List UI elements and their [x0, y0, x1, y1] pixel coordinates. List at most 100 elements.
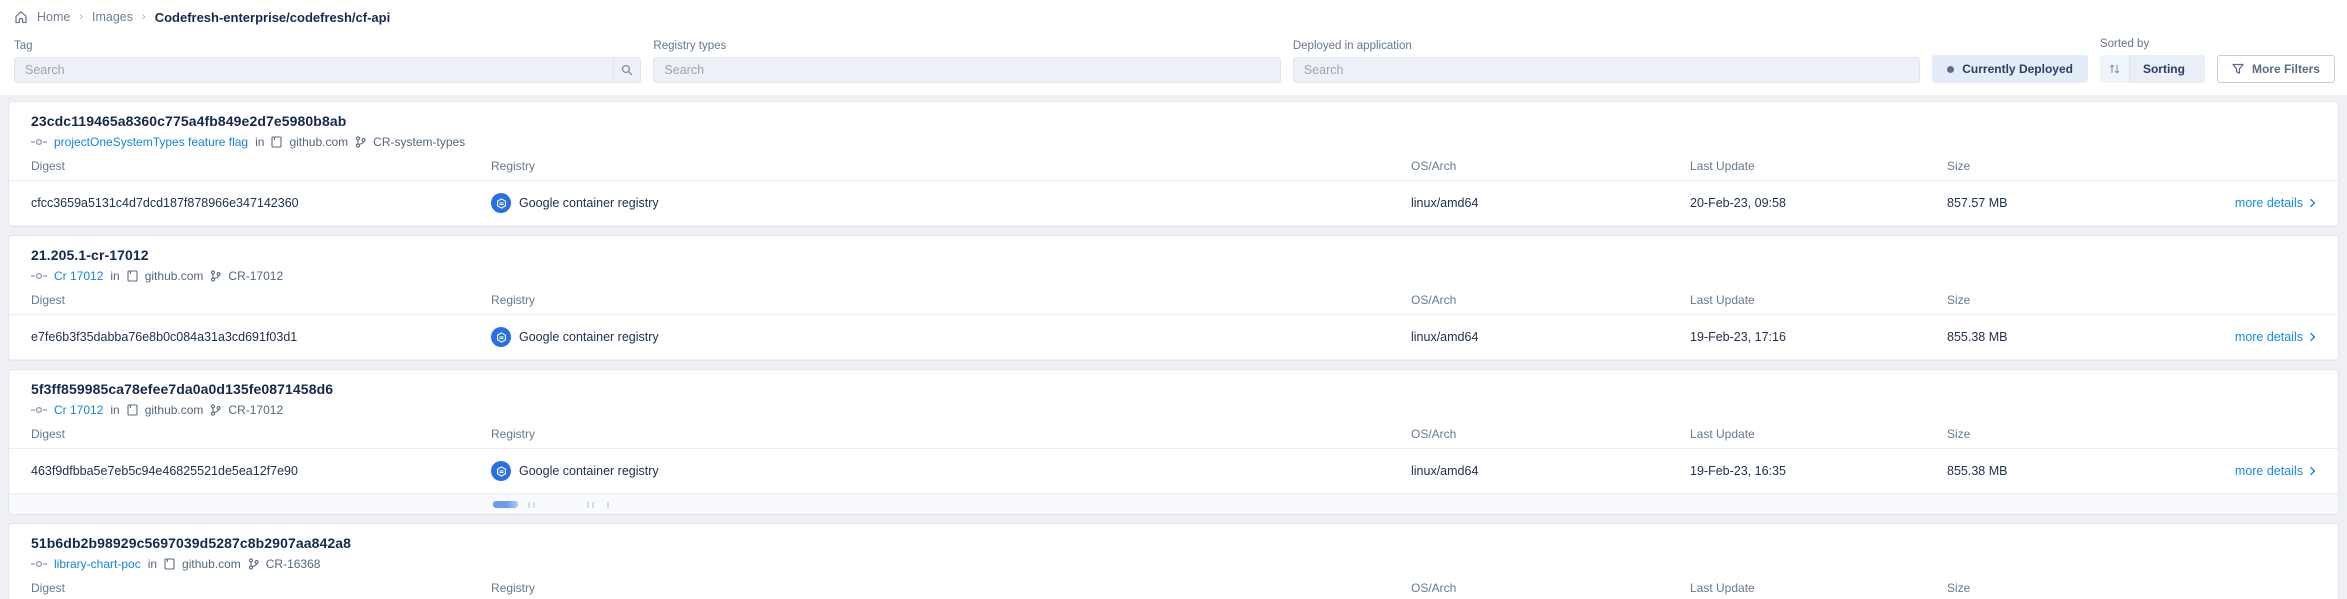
- os-arch-value: linux/amd64: [1411, 464, 1690, 478]
- commit-message-link[interactable]: projectOneSystemTypes feature flag: [54, 135, 248, 149]
- image-tag-title: 23cdc119465a8360c775a4fb849e2d7e5980b8ab: [9, 113, 2338, 129]
- git-branch-icon: [248, 558, 259, 570]
- scrollbar-thumb[interactable]: [493, 501, 518, 508]
- registry-types-filter-field: [653, 57, 1280, 83]
- git-branch-icon: [355, 136, 366, 148]
- scrollbar-tick: [528, 502, 530, 508]
- size-header: Size: [1947, 293, 2316, 307]
- branch-name[interactable]: CR-system-types: [373, 135, 465, 149]
- registry-types-search-input[interactable]: [654, 63, 1279, 77]
- image-card: 51b6db2b98929c5697039d5287c8b2907aa842a8…: [8, 523, 2339, 599]
- repository-icon: [164, 558, 175, 570]
- size-value: 855.38 MB: [1947, 464, 2007, 478]
- horizontal-scrollbar: [9, 494, 2338, 514]
- digest-value: e7fe6b3f35dabba76e8b0c084a31a3cd691f03d1: [31, 330, 491, 344]
- table-header: Digest Registry OS/Arch Last Update Size: [9, 581, 2338, 599]
- git-branch-icon: [210, 270, 221, 282]
- commit-info-line: projectOneSystemTypes feature flag in gi…: [9, 135, 2338, 149]
- os-arch-header: OS/Arch: [1411, 581, 1690, 595]
- registry-name: Google container registry: [519, 196, 659, 210]
- more-filters-label: More Filters: [2252, 62, 2320, 76]
- image-card: 23cdc119465a8360c775a4fb849e2d7e5980b8ab…: [8, 101, 2339, 227]
- image-card: 5f3ff859985ca78efee7da0a0d135fe0871458d6…: [8, 369, 2339, 515]
- chevron-right-icon: [2309, 332, 2316, 342]
- deployed-in-application-filter-group: Deployed in application: [1293, 40, 1920, 83]
- size-value: 857.57 MB: [1947, 196, 2007, 210]
- in-label: in: [110, 403, 119, 417]
- repository-icon: [127, 404, 138, 416]
- currently-deployed-label: Currently Deployed: [1962, 62, 2073, 76]
- sorting-dropdown[interactable]: Sorting: [2100, 55, 2205, 83]
- registry-types-filter-group: Registry types: [653, 40, 1280, 83]
- chevron-right-icon: [2309, 198, 2316, 208]
- more-details-link[interactable]: more details: [2235, 330, 2316, 344]
- tag-search-input[interactable]: [15, 63, 613, 77]
- google-container-registry-icon: [491, 193, 511, 213]
- last-update-header: Last Update: [1690, 159, 1947, 173]
- funnel-icon: [2232, 63, 2244, 75]
- image-tag-title: 5f3ff859985ca78efee7da0a0d135fe0871458d6: [9, 381, 2338, 397]
- google-container-registry-icon: [491, 327, 511, 347]
- home-icon[interactable]: [14, 10, 28, 24]
- scrollbar-tick: [592, 502, 594, 508]
- last-update-header: Last Update: [1690, 581, 1947, 595]
- branch-name[interactable]: CR-17012: [228, 269, 283, 283]
- more-filters-button[interactable]: More Filters: [2217, 55, 2335, 83]
- last-update-header: Last Update: [1690, 293, 1947, 307]
- breadcrumb-images[interactable]: Images: [92, 10, 133, 24]
- os-arch-value: linux/amd64: [1411, 196, 1690, 210]
- deployed-in-application-search-input[interactable]: [1294, 63, 1919, 77]
- image-tag-title: 21.205.1-cr-17012: [9, 247, 2338, 263]
- table-row: e7fe6b3f35dabba76e8b0c084a31a3cd691f03d1…: [9, 315, 2338, 360]
- image-card: 21.205.1-cr-17012 Cr 17012 in github.com…: [8, 235, 2339, 361]
- registry-header: Registry: [491, 293, 1411, 307]
- repo-name[interactable]: github.com: [289, 135, 348, 149]
- repo-name[interactable]: github.com: [145, 269, 204, 283]
- size-value: 855.38 MB: [1947, 330, 2007, 344]
- breadcrumb-home[interactable]: Home: [37, 10, 70, 24]
- digest-value: cfcc3659a5131c4d7dcd187f878966e347142360: [31, 196, 491, 210]
- registry-cell: Google container registry: [491, 327, 1411, 347]
- os-arch-header: OS/Arch: [1411, 159, 1690, 173]
- table-header: Digest Registry OS/Arch Last Update Size: [9, 293, 2338, 315]
- digest-header: Digest: [31, 581, 491, 595]
- commit-message-link[interactable]: Cr 17012: [54, 269, 103, 283]
- digest-value: 463f9dfbba5e7eb5c94e46825521de5ea12f7e90: [31, 464, 491, 478]
- commit-info-line: Cr 17012 in github.com CR-17012: [9, 269, 2338, 283]
- last-update-value: 19-Feb-23, 17:16: [1690, 330, 1947, 344]
- more-details-link[interactable]: more details: [2235, 464, 2316, 478]
- last-update-value: 19-Feb-23, 16:35: [1690, 464, 1947, 478]
- scrollbar-tick: [607, 502, 609, 508]
- branch-name[interactable]: CR-17012: [228, 403, 283, 417]
- os-arch-header: OS/Arch: [1411, 427, 1690, 441]
- repository-icon: [127, 270, 138, 282]
- registry-name: Google container registry: [519, 330, 659, 344]
- commit-message-link[interactable]: library-chart-poc: [54, 557, 141, 571]
- search-icon[interactable]: [613, 58, 640, 82]
- status-dot-icon: [1947, 66, 1954, 73]
- table-row: cfcc3659a5131c4d7dcd187f878966e347142360…: [9, 181, 2338, 226]
- commit-message-link[interactable]: Cr 17012: [54, 403, 103, 417]
- registry-header: Registry: [491, 427, 1411, 441]
- sort-arrows-icon[interactable]: [2100, 55, 2130, 83]
- git-commit-icon: [31, 272, 47, 280]
- last-update-value: 20-Feb-23, 09:58: [1690, 196, 1947, 210]
- branch-name[interactable]: CR-16368: [266, 557, 321, 571]
- scrollbar-tick: [533, 502, 535, 508]
- os-arch-header: OS/Arch: [1411, 293, 1690, 307]
- more-details-link[interactable]: more details: [2235, 196, 2316, 210]
- digest-header: Digest: [31, 159, 491, 173]
- git-commit-icon: [31, 560, 47, 568]
- repo-name[interactable]: github.com: [145, 403, 204, 417]
- tag-filter-label: Tag: [14, 40, 641, 52]
- google-container-registry-icon: [491, 461, 511, 481]
- digest-header: Digest: [31, 293, 491, 307]
- repo-name[interactable]: github.com: [182, 557, 241, 571]
- image-tag-title: 51b6db2b98929c5697039d5287c8b2907aa842a8: [9, 535, 2338, 551]
- table-header: Digest Registry OS/Arch Last Update Size: [9, 427, 2338, 449]
- os-arch-value: linux/amd64: [1411, 330, 1690, 344]
- in-label: in: [255, 135, 264, 149]
- tag-filter-field: [14, 57, 641, 83]
- currently-deployed-toggle[interactable]: Currently Deployed: [1932, 55, 2088, 83]
- sorting-value: Sorting: [2130, 62, 2205, 76]
